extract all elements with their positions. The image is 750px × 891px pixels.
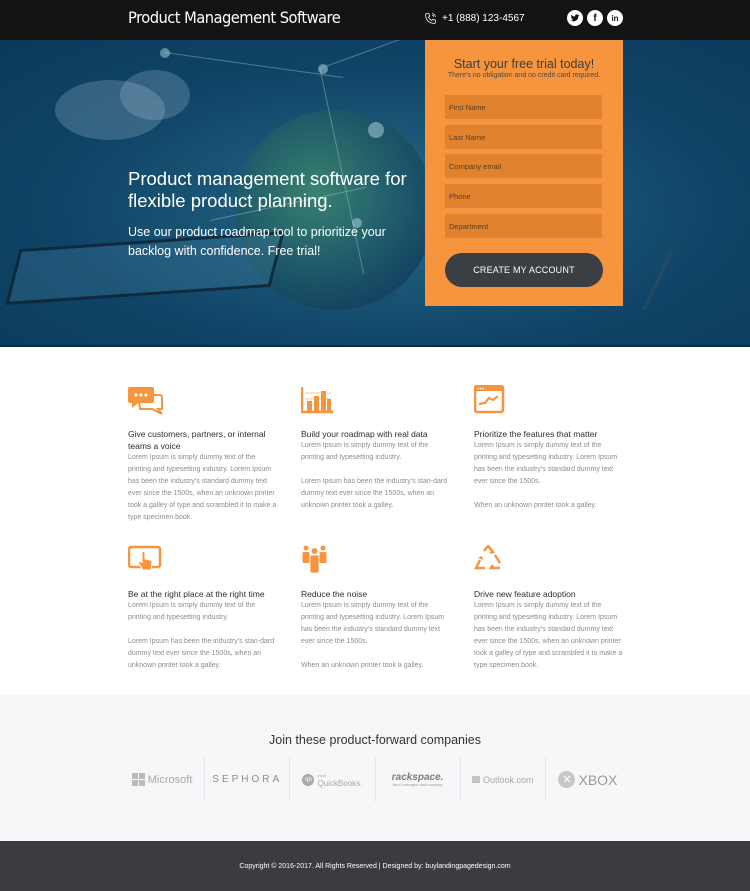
outlook-label: Outlook.com — [483, 774, 534, 785]
feature-body: Lorem Ipsum is simply dummy text of the … — [301, 442, 448, 509]
companies-section: Join these product-forward companies Mic… — [0, 695, 750, 841]
hero-divider — [0, 345, 750, 347]
phone-icon — [425, 13, 436, 24]
social-links: f in — [567, 10, 623, 26]
top-bar: Product Management Software +1 (888) 123… — [0, 0, 750, 40]
hero-network-node — [318, 64, 328, 74]
hero-title: Product management software for flexible… — [128, 168, 407, 211]
feature-title: Reduce the noise — [301, 589, 368, 599]
companies-title: Join these product-forward companies — [269, 733, 481, 747]
facebook-icon[interactable]: f — [587, 10, 603, 26]
hero-section: Product management software for flexible… — [0, 40, 750, 346]
bar-chart-icon — [301, 387, 333, 414]
browser-chart-icon — [474, 385, 505, 414]
hero-subtitle: Use our product roadmap tool to prioriti… — [128, 225, 386, 258]
linkedin-icon[interactable]: in — [607, 10, 623, 26]
last-name-input[interactable] — [445, 125, 602, 149]
feature-body: Lorem Ipsum is simply dummy text of the … — [128, 602, 275, 669]
create-account-button[interactable]: CREATE MY ACCOUNT — [445, 253, 603, 287]
feature-body: Lorem Ipsum is simply dummy text of the … — [474, 602, 623, 669]
feature-body: Lorem Ipsum is simply dummy text of the … — [474, 442, 618, 509]
chat-bubbles-icon — [128, 387, 163, 415]
footer-copyright: Copyright © 2016-2017. All Rights Reserv… — [239, 863, 511, 870]
hero-background-cloud — [120, 70, 190, 120]
feature-title: Prioritize the features that matter — [474, 429, 598, 439]
footer: Copyright © 2016-2017. All Rights Reserv… — [0, 841, 750, 891]
microsoft-squares-icon — [131, 773, 145, 786]
microsoft-label: Microsoft — [147, 773, 193, 786]
rackspace-label: rackspace. — [391, 772, 444, 783]
quickbooks-label: QuickBooks. — [317, 778, 363, 788]
department-input[interactable] — [445, 214, 602, 238]
feature-title: Drive new feature adoption — [474, 589, 576, 599]
quickbooks-text: intuit QuickBooks. — [317, 772, 362, 788]
outlook-logo: Outlook.com — [461, 757, 546, 802]
rackspace-tag: the #1 managed cloud company — [392, 783, 443, 787]
xbox-logo: ✕ XBOX — [546, 757, 630, 802]
first-name-input[interactable] — [445, 95, 602, 119]
quickbooks-logo: qb intuit QuickBooks. — [290, 757, 376, 802]
form-note: There's no obligation and no credit card… — [447, 72, 601, 79]
feature-title: Build your roadmap with real data — [301, 429, 428, 439]
phone-number: +1 (888) 123-4567 — [442, 13, 525, 24]
feature-body: Lorem Ipsum is simply dummy text of the … — [301, 602, 445, 669]
twitter-icon[interactable] — [567, 10, 583, 26]
hero-network-line — [164, 52, 344, 79]
tablet-touch-icon — [128, 545, 162, 571]
form-title: Start your free trial today! — [453, 57, 595, 71]
feature-title: Be at the right place at the right time — [128, 589, 265, 599]
rackspace-logo: rackspace. the #1 managed cloud company — [376, 757, 461, 802]
sephora-label: SEPHORA — [212, 774, 283, 785]
outlook-icon — [472, 776, 480, 783]
company-logos: Microsoft SEPHORA qb intuit QuickBooks. … — [120, 757, 630, 802]
hero-network-line — [319, 40, 424, 69]
feature-body: Lorem Ipsum is simply dummy text of the … — [128, 454, 277, 521]
company-email-input[interactable] — [445, 154, 602, 178]
people-group-icon — [302, 545, 327, 574]
recycle-arrows-icon — [474, 545, 502, 570]
xbox-label: XBOX — [578, 771, 618, 788]
brand-title: Product Management Software — [128, 8, 341, 27]
feature-title: Give customers, partners, or internal te… — [128, 429, 266, 451]
hero-network-node — [160, 48, 170, 58]
phone-contact[interactable]: +1 (888) 123-4567 — [424, 12, 525, 25]
microsoft-logo: Microsoft — [120, 757, 206, 802]
hero-network-node — [368, 122, 384, 138]
phone-input[interactable] — [445, 184, 602, 208]
sephora-logo: SEPHORA — [205, 757, 291, 802]
signup-form: Start your free trial today! There's no … — [425, 40, 623, 306]
quickbooks-icon: qb — [302, 773, 315, 786]
xbox-sphere-icon: ✕ — [558, 771, 576, 788]
